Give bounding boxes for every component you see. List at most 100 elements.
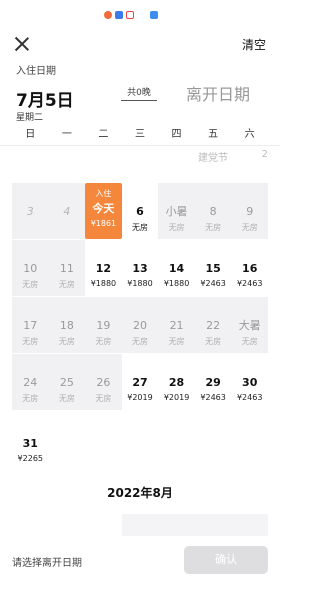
calendar-row: 24 无房 25 无房 26 无房 27 ¥2019 28 ¥2019 29 ¥2463 30 ¥2463 bbox=[12, 354, 268, 410]
day-price: 无房 bbox=[241, 337, 258, 346]
holiday-label: 建党节 bbox=[198, 153, 228, 164]
status-bar bbox=[0, 8, 280, 22]
day-price: 无房 bbox=[58, 394, 75, 403]
day-number: 18 bbox=[59, 319, 74, 332]
day-price: 无房 bbox=[22, 337, 39, 346]
day-number: 10 bbox=[23, 262, 38, 275]
weekday-label: 二 bbox=[98, 129, 109, 140]
app-icon bbox=[126, 11, 134, 19]
day-number: 26 bbox=[96, 376, 111, 389]
header-divider bbox=[0, 145, 280, 146]
day-price: ¥1880 bbox=[127, 279, 153, 288]
day-number: 28 bbox=[168, 376, 185, 389]
calendar-day: 小暑 无房 bbox=[158, 183, 195, 239]
calendar-day: 大暑 无房 bbox=[231, 297, 268, 353]
calendar-row: 31 ¥2265 bbox=[12, 415, 268, 471]
calendar-day: 3 bbox=[12, 183, 49, 239]
day-price: ¥1880 bbox=[90, 279, 117, 288]
day-number: 20 bbox=[132, 319, 147, 332]
day-price: 无房 bbox=[241, 223, 258, 232]
day-price: 无房 bbox=[168, 223, 185, 232]
calendar-day[interactable]: 14 ¥1880 bbox=[158, 240, 195, 296]
checkout-hint: 请选择离开日期 bbox=[12, 558, 82, 569]
day-price: 无房 bbox=[131, 337, 148, 346]
weekday-header: 日 一 二 三 四 五 六 bbox=[0, 126, 280, 144]
weekday-label: 一 bbox=[61, 129, 72, 140]
day-price: 无房 bbox=[205, 223, 222, 232]
day-number: 25 bbox=[59, 376, 74, 389]
day-number: 大暑 bbox=[238, 319, 261, 332]
weekday-label: 五 bbox=[208, 129, 219, 140]
day-price: ¥2019 bbox=[127, 393, 153, 402]
weekday-label: 日 bbox=[25, 129, 36, 140]
day-number: 13 bbox=[132, 262, 148, 275]
day-number: 9 bbox=[246, 205, 254, 218]
checkin-date[interactable]: 7月5日 bbox=[16, 86, 74, 111]
day-price: 无房 bbox=[58, 280, 75, 289]
day-price: 无房 bbox=[22, 394, 39, 403]
calendar-day[interactable]: 16 ¥2463 bbox=[231, 240, 268, 296]
day-number: 小暑 bbox=[165, 205, 188, 218]
day-number: 22 bbox=[206, 319, 221, 332]
calendar-day[interactable]: 13 ¥1880 bbox=[122, 240, 159, 296]
day-price: ¥2463 bbox=[200, 393, 226, 402]
calendar-day: 26 无房 bbox=[85, 354, 122, 410]
day-number: 6 bbox=[136, 205, 144, 218]
day-number: 16 bbox=[242, 262, 258, 275]
day-price: 无房 bbox=[131, 223, 148, 232]
day-number: 31 bbox=[22, 437, 38, 450]
day-number: 2 bbox=[261, 149, 268, 160]
weibo-icon bbox=[104, 11, 112, 19]
calendar-day: 21 无房 bbox=[158, 297, 195, 353]
day-price: ¥2463 bbox=[236, 393, 263, 402]
day-number: 27 bbox=[132, 376, 148, 389]
calendar-day[interactable]: 31 ¥2265 bbox=[12, 415, 49, 471]
day-number: 11 bbox=[59, 262, 74, 275]
calendar-day[interactable]: 12 ¥1880 bbox=[85, 240, 122, 296]
calendar-day: 20 无房 bbox=[121, 297, 159, 353]
calendar-day: 8 无房 bbox=[194, 183, 232, 239]
calendar-day: 17 无房 bbox=[12, 297, 49, 353]
calendar-row: 3 4 入住 今天 ¥1861 6 无房 小暑 无房 8 无房 9 无房 bbox=[12, 183, 268, 239]
weekday-label: 三 bbox=[134, 129, 145, 140]
calendar-day-today[interactable]: 入住 今天 ¥1861 bbox=[85, 183, 122, 239]
day-price: ¥2019 bbox=[163, 393, 190, 402]
calendar-day: 22 无房 bbox=[194, 297, 232, 353]
close-icon[interactable] bbox=[14, 36, 30, 52]
day-number: 8 bbox=[209, 205, 217, 218]
calendar-day: 18 无房 bbox=[48, 297, 86, 353]
weekday-label: 六 bbox=[244, 129, 255, 140]
nights-count: 共0晚 bbox=[121, 85, 157, 101]
day-number: 14 bbox=[168, 262, 185, 275]
calendar-day[interactable]: 28 ¥2019 bbox=[158, 354, 195, 410]
calendar-day[interactable]: 6 无房 bbox=[122, 183, 159, 239]
calendar-day: 9 无房 bbox=[231, 183, 268, 239]
scrolled-row-peek: 建党节 2 bbox=[198, 149, 268, 164]
calendar-day: 19 无房 bbox=[85, 297, 122, 353]
next-month-row bbox=[122, 514, 268, 538]
weekday-label: 四 bbox=[171, 129, 182, 140]
confirm-button[interactable]: 确认 bbox=[184, 546, 268, 574]
day-number: 19 bbox=[96, 319, 111, 332]
day-number: 24 bbox=[23, 376, 38, 389]
calendar-day[interactable]: 30 ¥2463 bbox=[231, 354, 268, 410]
day-price: ¥1861 bbox=[90, 219, 117, 228]
calendar-day: 11 无房 bbox=[48, 240, 86, 296]
calendar-row: 17 无房 18 无房 19 无房 20 无房 21 无房 22 无房 大暑 无房 bbox=[12, 297, 268, 353]
checkout-date-placeholder[interactable]: 离开日期 bbox=[186, 81, 250, 105]
calendar-day[interactable]: 27 ¥2019 bbox=[122, 354, 159, 410]
clear-button[interactable]: 清空 bbox=[242, 36, 266, 53]
day-price: ¥2265 bbox=[17, 454, 43, 463]
app-icon bbox=[115, 11, 123, 19]
day-number: 17 bbox=[23, 319, 38, 332]
calendar-day: 4 bbox=[48, 183, 86, 239]
day-price: ¥2463 bbox=[236, 279, 263, 288]
calendar-row: 10 无房 11 无房 12 ¥1880 13 ¥1880 14 ¥1880 15 ¥2463 16 ¥2… bbox=[12, 240, 268, 296]
calendar-day[interactable]: 29 ¥2463 bbox=[195, 354, 232, 410]
day-number: 15 bbox=[205, 262, 221, 275]
month-title: 2022年8月 bbox=[107, 486, 173, 500]
calendar-day: 24 无房 bbox=[12, 354, 49, 410]
calendar-day: 25 无房 bbox=[48, 354, 86, 410]
day-number: 12 bbox=[95, 262, 112, 275]
calendar-day[interactable]: 15 ¥2463 bbox=[195, 240, 232, 296]
